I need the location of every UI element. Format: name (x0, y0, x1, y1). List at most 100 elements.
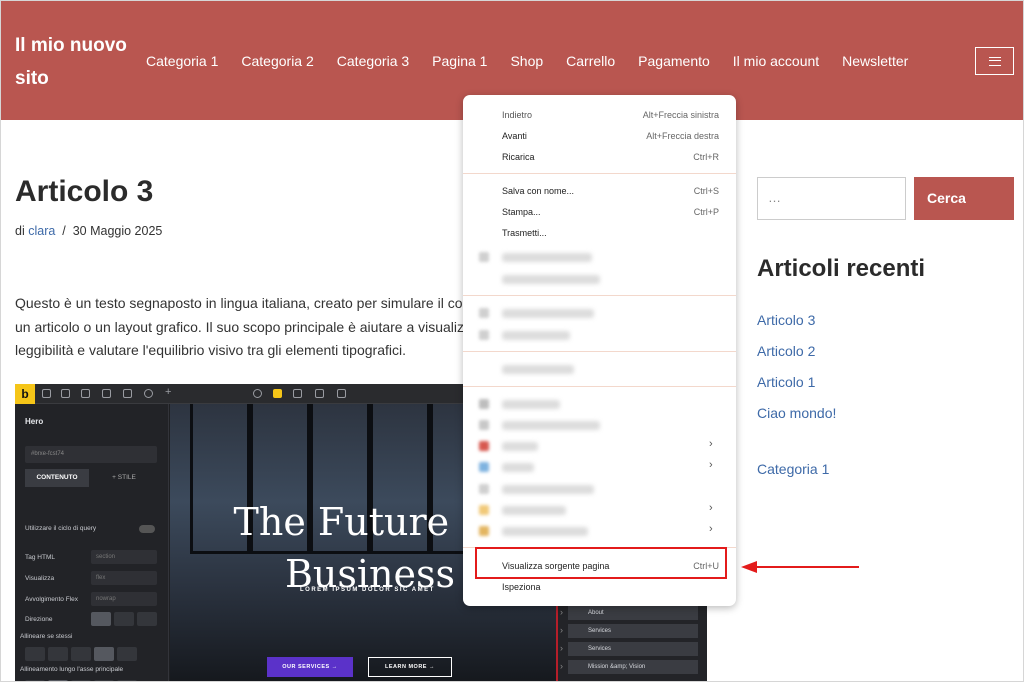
gear-icon (123, 389, 132, 398)
blurred-menu-item[interactable] (502, 506, 566, 515)
site-title[interactable]: Il mio nuovo sito (15, 29, 135, 95)
query-loop-toggle[interactable] (139, 525, 155, 533)
menu-item-print[interactable]: Stampa... (502, 207, 541, 217)
shortcut-reload: Ctrl+R (693, 152, 719, 162)
nav-item-categoria-1[interactable]: Categoria 1 (146, 53, 218, 69)
structure-item: Mission &amp; Vision (560, 660, 698, 674)
chevron-right-icon: › (709, 459, 713, 471)
hero-subtitle: LOREM IPSUM DOLOR SIC AMET (300, 587, 435, 593)
shortcut-back: Alt+Freccia sinistra (642, 110, 719, 120)
blurred-menu-item[interactable] (502, 442, 538, 451)
body-line: Questo è un testo segnaposto in lingua i… (15, 295, 485, 311)
menu-item-inspect[interactable]: Ispeziona (502, 582, 541, 592)
hamburger-menu-button[interactable] (975, 47, 1014, 75)
structure-item: Services (560, 624, 698, 638)
recent-post-link[interactable]: Ciao mondo! (757, 405, 836, 421)
search-button[interactable]: Cerca (914, 177, 1014, 220)
nav-item-categoria-2[interactable]: Categoria 2 (241, 53, 313, 69)
hamburger-icon (988, 56, 1001, 66)
menu-separator (463, 173, 736, 174)
menu-item-save-as[interactable]: Salva con nome... (502, 186, 574, 196)
blurred-icon (479, 399, 489, 409)
blurred-icon (479, 308, 489, 318)
chevron-right-icon: › (709, 438, 713, 450)
mobile-icon (337, 389, 346, 398)
blurred-menu-item[interactable] (502, 421, 600, 430)
blurred-icon (479, 484, 489, 494)
blurred-menu-item[interactable] (502, 485, 594, 494)
menu-item-forward[interactable]: Avanti (502, 131, 527, 141)
meta-separator: / (62, 224, 66, 238)
nav-item-carrello[interactable]: Carrello (566, 53, 615, 69)
align-self-label: Allineare se stessi (20, 633, 73, 640)
query-loop-label: Utilizzare il ciclo di query (25, 525, 97, 532)
blurred-menu-item[interactable] (502, 400, 560, 409)
help-icon (144, 389, 153, 398)
category-link[interactable]: Categoria 1 (757, 461, 829, 477)
tablet-icon (315, 389, 324, 398)
tab-style[interactable]: + STILE (91, 469, 157, 487)
tab-content[interactable]: CONTENUTO (25, 469, 89, 487)
shortcut-print: Ctrl+P (693, 207, 719, 217)
builder-logo: b (15, 384, 35, 404)
nav-item-newsletter[interactable]: Newsletter (842, 53, 908, 69)
menu-item-cast[interactable]: Trasmetti... (502, 228, 547, 238)
nav-item-categoria-3[interactable]: Categoria 3 (337, 53, 409, 69)
red-arrow-icon (741, 561, 859, 573)
menu-separator (463, 351, 736, 352)
structure-item: Services (560, 642, 698, 656)
blurred-icon (479, 420, 489, 430)
recent-post-link[interactable]: Articolo 2 (757, 343, 815, 359)
shield-icon (61, 389, 70, 398)
shortcut-save-as: Ctrl+S (693, 186, 719, 196)
post-meta: di clara / 30 Maggio 2025 (15, 224, 162, 238)
align-self-buttons[interactable] (25, 647, 137, 661)
blurred-icon (479, 330, 489, 340)
direction-buttons[interactable] (91, 612, 157, 626)
structure-item: About (560, 606, 698, 620)
menu-item-back[interactable]: Indietro (502, 110, 532, 120)
recent-posts-title: Articoli recenti (757, 255, 926, 282)
body-line: leggibilità e valutare l'equilibrio visi… (15, 342, 406, 358)
context-menu: Indietro Alt+Freccia sinistra Avanti Alt… (463, 95, 736, 606)
highlight-box (475, 547, 727, 579)
blurred-icon (479, 252, 489, 262)
blurred-menu-item[interactable] (502, 365, 574, 374)
element-id-field[interactable]: #brxe-fcst74 (25, 446, 157, 463)
blurred-menu-item[interactable] (502, 275, 600, 284)
folder-icon (102, 389, 111, 398)
row-select[interactable]: flex (91, 571, 157, 585)
menu-item-reload[interactable]: Ricarica (502, 152, 535, 162)
blurred-menu-item[interactable] (502, 331, 570, 340)
row-select[interactable]: section (91, 550, 157, 564)
menu-separator (463, 295, 736, 296)
blurred-icon (479, 441, 489, 451)
shortcut-forward: Alt+Freccia destra (646, 131, 719, 141)
chevron-right-icon: › (709, 523, 713, 535)
blurred-icon (479, 462, 489, 472)
blurred-menu-item[interactable] (502, 463, 534, 472)
blurred-menu-item[interactable] (502, 253, 592, 262)
nav-item-account[interactable]: Il mio account (733, 53, 819, 69)
nav-item-pagina-1[interactable]: Pagina 1 (432, 53, 487, 69)
row-select[interactable]: nowrap (91, 592, 157, 606)
row-label: Avvolgimento Flex (25, 596, 78, 603)
main-nav: Categoria 1 Categoria 2 Categoria 3 Pagi… (146, 53, 931, 69)
cursor-icon (42, 389, 51, 398)
row-label: Visualizza (25, 575, 55, 582)
body-line: un articolo o un layout grafico. Il suo … (15, 318, 485, 335)
recent-post-link[interactable]: Articolo 3 (757, 312, 815, 328)
desktop-icon (293, 389, 302, 398)
hero-primary-button: OUR SERVICES → (267, 657, 353, 677)
browser-viewport: Il mio nuovo sito Categoria 1 Categoria … (0, 0, 1024, 682)
author-link[interactable]: clara (28, 224, 55, 238)
search-input[interactable]: … (757, 177, 906, 220)
blurred-menu-item[interactable] (502, 527, 588, 536)
nav-item-shop[interactable]: Shop (510, 53, 543, 69)
blurred-menu-item[interactable] (502, 309, 594, 318)
structure-icon (273, 389, 282, 398)
recent-post-link[interactable]: Articolo 1 (757, 374, 815, 390)
chevron-right-icon: › (709, 502, 713, 514)
nav-item-pagamento[interactable]: Pagamento (638, 53, 710, 69)
menu-separator (463, 386, 736, 387)
